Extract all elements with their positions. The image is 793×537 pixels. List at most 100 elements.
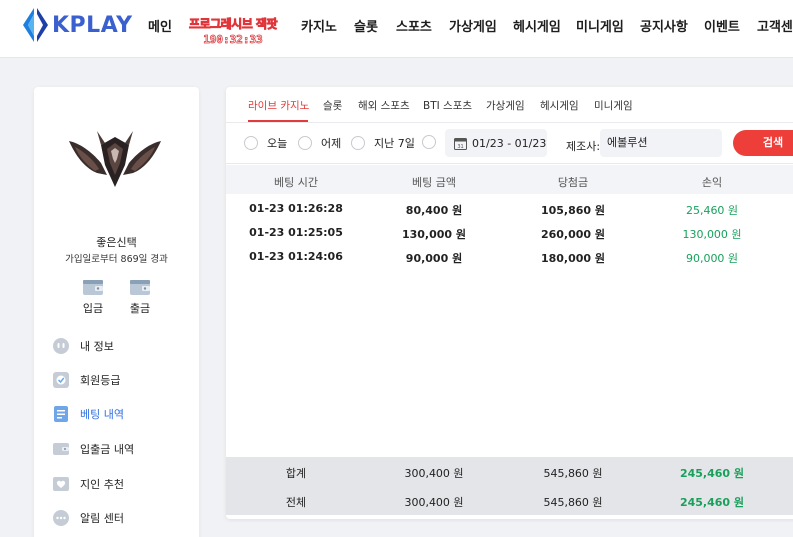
summary-bet-amount: 300,400 원 [404, 496, 464, 509]
filter-bar: 오늘 어제 지난 7일 31 01/23 - 01/23 제조사: 에볼루션 검… [226, 124, 793, 164]
column-header-bet-time: 베팅 시간 [274, 176, 318, 189]
top-navigation-bar: KPLAY 메인 프로그레시브 잭팟 190:32:33 카지노 슬롯 스포츠 … [0, 0, 793, 58]
radio-circle [244, 136, 258, 150]
tab-bti-sports[interactable]: BTI 스포츠 [423, 98, 472, 113]
menu-label: 회원등급 [80, 374, 121, 387]
notification-icon [53, 510, 69, 526]
menu-label: 알림 센터 [80, 512, 124, 525]
game-category-tabs: 라이브 카지노 슬롯 해외 스포츠 BTI 스포츠 가상게임 헤시게임 미니게임 [226, 87, 793, 123]
menu-notification-center[interactable]: 알림 센터 [52, 507, 192, 529]
jackpot-title: 프로그레시브 잭팟 [189, 17, 278, 32]
search-button[interactable]: 검색 [733, 130, 793, 156]
tab-live-casino[interactable]: 라이브 카지노 [248, 98, 309, 113]
menu-referral[interactable]: 지인 추천 [52, 473, 192, 495]
calendar-icon: 31 [454, 137, 467, 150]
progressive-jackpot-promo[interactable]: 프로그레시브 잭팟 190:32:33 [188, 15, 278, 47]
summary-row-total: 전체 300,400 원 545,860 원 245,460 원 [226, 486, 793, 515]
transactions-icon [53, 443, 69, 455]
menu-transactions[interactable]: 입출금 내역 [52, 438, 192, 460]
nav-hash-games[interactable]: 헤시게임 [513, 16, 561, 35]
column-header-bet-amount: 베팅 금액 [412, 176, 456, 189]
jackpot-timer: 190:32:33 [203, 33, 263, 47]
cell-profit-loss: 130,000 원 [682, 228, 742, 241]
menu-my-info[interactable]: 내 정보 [52, 335, 192, 357]
tab-overseas-sports[interactable]: 해외 스포츠 [358, 98, 410, 113]
table-header: 베팅 시간 베팅 금액 당첨금 손익 [226, 165, 793, 194]
withdraw-button[interactable]: 출금 [122, 277, 158, 316]
betting-history-icon [54, 406, 68, 422]
column-header-winnings: 당첨금 [557, 176, 589, 189]
rank-emblem-icon [69, 131, 161, 187]
nav-casino[interactable]: 카지노 [301, 16, 337, 35]
cell-winnings: 260,000 원 [540, 228, 606, 241]
tab-hash-games[interactable]: 헤시게임 [540, 98, 579, 113]
nav-mini-games[interactable]: 미니게임 [576, 16, 624, 35]
deposit-label: 입금 [82, 302, 104, 315]
radio-label: 지난 7일 [374, 137, 415, 150]
logo-text: KPLAY [52, 12, 133, 38]
tab-virtual-games[interactable]: 가상게임 [486, 98, 525, 113]
provider-select[interactable]: 에볼루션 [600, 129, 722, 157]
column-header-profit-loss: 손익 [701, 176, 723, 189]
summary-label: 합계 [285, 467, 307, 480]
deposit-wallet-icon [83, 280, 103, 295]
date-range-picker[interactable]: 31 01/23 - 01/23 [445, 129, 547, 157]
radio-circle [351, 136, 365, 150]
nav-slot[interactable]: 슬롯 [354, 16, 378, 35]
summary-label: 전체 [285, 496, 307, 509]
deposit-button[interactable]: 입금 [75, 277, 111, 316]
provider-label: 제조사: [566, 140, 601, 153]
withdraw-label: 출금 [129, 302, 151, 315]
table-row: 01-23 01:25:05 130,000 원 260,000 원 130,0… [226, 221, 793, 245]
radio-label: 어제 [321, 137, 342, 150]
table-row: 01-23 01:24:06 90,000 원 180,000 원 90,000… [226, 245, 793, 269]
radio-label: 오늘 [267, 137, 288, 150]
cell-bet-amount: 130,000 원 [401, 228, 467, 241]
summary-winnings: 545,860 원 [543, 467, 603, 480]
menu-label: 입출금 내역 [80, 443, 135, 456]
menu-label: 베팅 내역 [80, 408, 124, 421]
nav-notices[interactable]: 공지사항 [640, 16, 688, 35]
radio-circle [422, 135, 436, 149]
radio-custom-range[interactable] [422, 135, 436, 149]
profile-sidebar: 좋은신택 가입일로부터 869일 경과 입금 출금 내 정보 회원등급 베팅 내… [34, 87, 199, 537]
menu-betting-history[interactable]: 베팅 내역 [52, 403, 192, 425]
svg-text:31: 31 [457, 144, 463, 150]
summary-row-subtotal: 합계 300,400 원 545,860 원 245,460 원 [226, 457, 793, 486]
tab-slot[interactable]: 슬롯 [323, 98, 342, 113]
tab-mini-games[interactable]: 미니게임 [594, 98, 633, 113]
cell-bet-time: 01-23 01:24:06 [249, 250, 343, 263]
username: 좋은신택 [96, 236, 137, 249]
menu-member-grade[interactable]: 회원등급 [52, 369, 192, 391]
cell-profit-loss: 90,000 원 [685, 252, 739, 265]
withdraw-wallet-icon [130, 280, 150, 295]
radio-yesterday[interactable]: 어제 [298, 135, 341, 151]
summary-profit-loss: 245,460 원 [679, 496, 745, 509]
radio-circle [298, 136, 312, 150]
summary-winnings: 545,860 원 [543, 496, 603, 509]
cell-bet-amount: 80,400 원 [405, 204, 463, 217]
table-row: 01-23 01:26:28 80,400 원 105,860 원 25,460… [226, 197, 793, 221]
cell-winnings: 180,000 원 [540, 252, 606, 265]
menu-label: 지인 추천 [80, 478, 124, 491]
radio-today[interactable]: 오늘 [244, 135, 287, 151]
cell-profit-loss: 25,460 원 [685, 204, 739, 217]
nav-virtual-games[interactable]: 가상게임 [449, 16, 497, 35]
cell-bet-amount: 90,000 원 [405, 252, 463, 265]
cell-winnings: 105,860 원 [540, 204, 606, 217]
nav-main[interactable]: 메인 [148, 16, 172, 35]
betting-history-panel: 라이브 카지노 슬롯 해외 스포츠 BTI 스포츠 가상게임 헤시게임 미니게임… [226, 87, 793, 519]
nav-customer-center[interactable]: 고객센터 [757, 16, 793, 35]
menu-label: 내 정보 [80, 340, 114, 353]
cell-bet-time: 01-23 01:26:28 [249, 202, 343, 215]
nav-sports[interactable]: 스포츠 [396, 16, 432, 35]
kplay-logo-icon [23, 8, 48, 42]
membership-duration: 가입일로부터 869일 경과 [65, 254, 168, 265]
radio-last-7-days[interactable]: 지난 7일 [351, 135, 415, 151]
referral-icon [53, 477, 69, 491]
grade-icon [53, 372, 69, 388]
active-tab-indicator [248, 120, 308, 122]
nav-events[interactable]: 이벤트 [704, 16, 740, 35]
date-range-text: 01/23 - 01/23 [472, 136, 547, 150]
kplay-logo[interactable]: KPLAY [20, 6, 133, 44]
